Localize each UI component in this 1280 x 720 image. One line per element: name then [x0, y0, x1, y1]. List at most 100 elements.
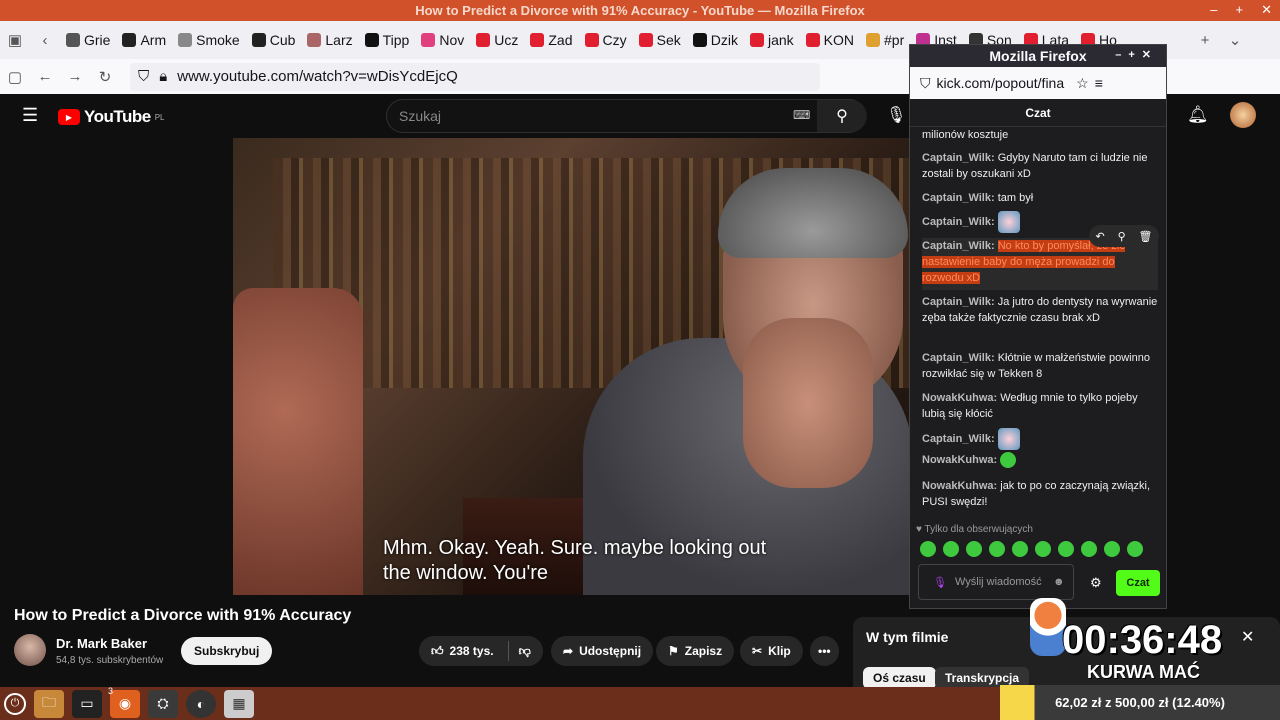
star-icon[interactable]: ☆ — [1076, 75, 1089, 92]
close-panel-icon[interactable]: ✕ — [1241, 627, 1254, 647]
delete-icon[interactable]: 🗑︎ — [1139, 230, 1153, 243]
terminal-icon[interactable]: ▭ — [72, 689, 102, 718]
tab-label: KON — [823, 32, 855, 48]
browser-tab[interactable]: Grie — [60, 26, 116, 54]
heart-icon: ♥ — [916, 524, 922, 535]
tab-favicon-icon — [251, 33, 266, 47]
tab-favicon-icon — [364, 33, 379, 47]
url-bar[interactable]: ⛉ 🔒︎ www.youtube.com/watch?v=wDisYcdEjcQ — [130, 62, 820, 91]
browser-tab[interactable]: Zad — [524, 26, 578, 54]
browser-tab[interactable]: #pr — [860, 26, 910, 54]
more-actions-button[interactable]: ••• — [810, 636, 839, 666]
emote-icon[interactable] — [1081, 541, 1097, 557]
popout-titlebar: Mozilla Firefox –+✕ — [910, 45, 1166, 67]
browser-tab[interactable]: Cub — [246, 26, 302, 54]
emote-icon[interactable] — [1127, 541, 1143, 557]
menu-icon[interactable]: ≡ — [1095, 75, 1103, 91]
emote-icon[interactable] — [920, 541, 936, 557]
tab-label: Larz — [325, 32, 353, 48]
thumbs-down-icon[interactable]: 👎︎ — [507, 641, 531, 661]
tab-label: Dzik — [710, 32, 738, 48]
power-icon[interactable]: ⏻ — [4, 692, 26, 715]
popout-url-bar[interactable]: ⛉ kick.com/popout/fina ☆ ≡ — [910, 67, 1166, 99]
maximize-button[interactable]: + — [1236, 2, 1244, 18]
tab-list-icon[interactable]: ▣ — [0, 31, 30, 49]
emote-icon[interactable] — [943, 541, 959, 557]
channel-avatar[interactable] — [14, 634, 46, 666]
emote-icon[interactable] — [1058, 541, 1074, 557]
menu-icon[interactable]: ☰ — [22, 105, 38, 126]
calculator-icon[interactable]: ▦ — [224, 689, 254, 718]
send-chat-button[interactable]: Czat — [1116, 570, 1160, 596]
minimize-button[interactable]: – — [1210, 2, 1217, 18]
close-button[interactable]: ✕ — [1261, 2, 1272, 18]
browser-tab[interactable]: Czy — [579, 26, 633, 54]
tab-favicon-icon — [749, 33, 764, 47]
chat-message: NowakKuhwa: — [922, 452, 1158, 469]
save-button[interactable]: ⚑ Zapisz — [656, 636, 735, 666]
emote-icon[interactable] — [1012, 541, 1028, 557]
tab-favicon-icon — [178, 33, 193, 47]
new-tab-button[interactable]: + — [1190, 32, 1220, 49]
reply-icon[interactable]: ↶ — [1095, 230, 1104, 243]
tab-favicon-icon — [805, 33, 820, 47]
share-icon: ➦ — [563, 644, 574, 658]
browser-tab[interactable]: Tipp — [359, 26, 416, 54]
scroll-left-icon[interactable]: ‹ — [30, 32, 60, 49]
browser-tab[interactable]: Ucz — [470, 26, 524, 54]
microphone-icon[interactable]: 🎙︎ — [933, 576, 947, 589]
chat-message: Captain_Wilk: Kłótnie w małżeństwie powi… — [922, 352, 1150, 380]
pin-icon[interactable]: ⚲ — [1118, 230, 1126, 243]
clip-button[interactable]: ✂ Klip — [740, 636, 803, 666]
subscribe-button[interactable]: Subskrybuj — [181, 637, 273, 665]
keyboard-icon[interactable]: ⌨ — [793, 108, 810, 122]
account-avatar[interactable] — [1230, 102, 1256, 128]
window-title: How to Predict a Divorce with 91% Accura… — [415, 3, 865, 18]
youtube-logo[interactable]: ▶ YouTube PL — [58, 107, 165, 127]
browser-tab[interactable]: Dzik — [687, 26, 744, 54]
tab-label: Sek — [656, 32, 681, 48]
back-button[interactable]: ← — [30, 68, 60, 85]
chat-popout-window: Mozilla Firefox –+✕ ⛉ kick.com/popout/fi… — [909, 44, 1167, 609]
firefox-icon[interactable]: 3 ◉ — [108, 686, 140, 718]
video-subtitles: Mhm. Okay. Yeah. Sure. maybe looking out… — [383, 537, 767, 584]
browser-tab[interactable]: Arm — [116, 26, 172, 54]
settings-gear-icon[interactable]: ⚙ — [1090, 575, 1102, 591]
folder-icon[interactable]: 🗀 — [34, 689, 64, 718]
share-button[interactable]: ➦ Udostępnij — [551, 636, 654, 666]
reload-button[interactable]: ↻ — [90, 68, 120, 86]
chat-message-input[interactable]: 🎙︎ Wyślij wiadomość ☻ — [918, 564, 1074, 600]
obs-icon[interactable]: ◐ — [186, 689, 216, 718]
browser-tab[interactable]: Sek — [633, 26, 687, 54]
popout-window-controls[interactable]: –+✕ — [1115, 48, 1158, 61]
tab-overflow-icon[interactable]: ⌄ — [1220, 31, 1250, 49]
tab-timeline[interactable]: Oś czasu — [863, 667, 936, 689]
steam-icon[interactable]: ⛭ — [148, 689, 178, 718]
pepe-emote-icon — [1000, 452, 1017, 469]
forward-button[interactable]: → — [60, 68, 90, 85]
mascot-character — [1030, 598, 1066, 656]
browser-tab[interactable]: jank — [744, 26, 800, 54]
emote-icon[interactable] — [989, 541, 1005, 557]
video-player[interactable]: Mhm. Okay. Yeah. Sure. maybe looking out… — [233, 138, 913, 595]
tab-favicon-icon — [530, 33, 545, 47]
channel-name[interactable]: Dr. Mark Baker — [56, 636, 147, 651]
browser-tab[interactable]: Nov — [415, 26, 470, 54]
emote-icon[interactable] — [1104, 541, 1120, 557]
notifications-icon[interactable]: 🔔︎ — [1187, 105, 1209, 125]
browser-tab[interactable]: Larz — [301, 26, 358, 54]
microphone-icon[interactable]: 🎙︎ — [886, 105, 906, 125]
video-person-hand — [743, 318, 873, 488]
emoji-icon[interactable]: ☻ — [1053, 576, 1065, 588]
like-button[interactable]: 👍︎ 238 tys. 👎︎ — [419, 636, 543, 666]
chat-message: milionów kosztuje — [922, 129, 1009, 141]
search-button[interactable]: ⚲ — [817, 100, 867, 132]
tab-label: Nov — [439, 32, 465, 48]
emote-icon[interactable] — [1035, 541, 1051, 557]
tab-label: #pr — [884, 32, 905, 48]
browser-tab[interactable]: Smoke — [172, 26, 246, 54]
sidebar-toggle-icon[interactable]: ▢ — [0, 68, 30, 86]
browser-tab[interactable]: KON — [800, 26, 860, 54]
search-input[interactable]: Szukaj ⌨ ⚲ — [386, 99, 867, 133]
emote-icon[interactable] — [966, 541, 982, 557]
